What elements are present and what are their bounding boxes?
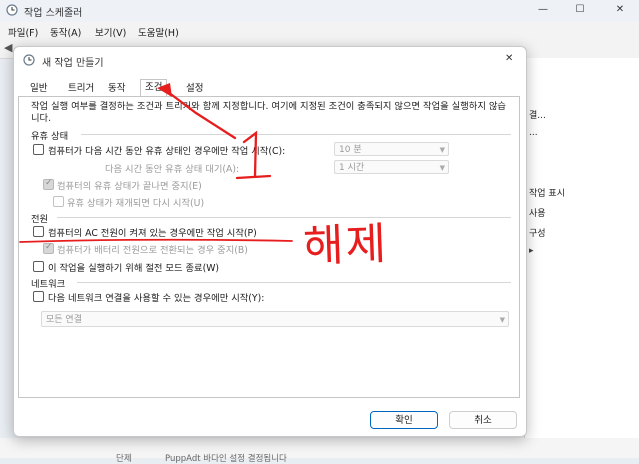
tab-settings[interactable]: 설정 bbox=[182, 81, 207, 96]
restart-if-idle-checkbox[interactable] bbox=[53, 196, 64, 207]
idle-section-label: 유휴 상태 bbox=[31, 131, 69, 142]
ac-power-only-checkbox[interactable] bbox=[33, 226, 44, 237]
bottom-strip-text: PuppAdt 바다인 설정 결정됩니다 bbox=[165, 454, 287, 464]
step-number: 1 bbox=[0, 0, 1, 1]
menu-file[interactable]: 파일(F) bbox=[8, 25, 38, 39]
dialog-title: 새 작업 만들기 bbox=[42, 58, 104, 69]
network-condition-label: 다음 네트워크 연결을 사용할 수 있는 경우에만 시작(Y): bbox=[48, 293, 265, 304]
network-condition-checkbox[interactable] bbox=[33, 291, 44, 302]
wake-to-run-checkbox[interactable] bbox=[33, 261, 44, 272]
actions-pane-item[interactable]: ... bbox=[529, 128, 538, 138]
restart-if-idle-label: 유휴 상태가 재개되면 다시 시작(U) bbox=[67, 198, 205, 209]
tab-triggers[interactable]: 트리거 bbox=[64, 81, 98, 96]
actions-pane-item[interactable]: 작업 표시 bbox=[529, 186, 565, 199]
main-window-title: 작업 스케줄러 bbox=[24, 8, 83, 19]
actions-pane-item[interactable]: 사용 bbox=[529, 206, 546, 219]
dialog-close-icon[interactable]: ✕ bbox=[505, 53, 513, 64]
network-connection-combo[interactable]: 모든 연결 ▼ bbox=[41, 311, 509, 327]
task-scheduler-icon bbox=[23, 54, 35, 66]
ac-power-only-label: 컴퓨터의 AC 전원이 켜져 있는 경우에만 작업 시작(P) bbox=[48, 228, 257, 239]
idle-wait-value: 1 시간 bbox=[339, 163, 365, 173]
network-connection-value: 모든 연결 bbox=[46, 315, 82, 325]
maximize-button[interactable]: ☐ bbox=[570, 2, 590, 18]
menu-bar: 파일(F) 동작(A) 보기(V) 도움말(H) bbox=[0, 22, 639, 40]
menu-view[interactable]: 보기(V) bbox=[95, 25, 126, 39]
minimize-button[interactable]: — bbox=[533, 2, 553, 18]
wake-to-run-label: 이 작업을 실행하기 위해 절전 모드 종료(W) bbox=[48, 263, 220, 274]
idle-wait-combo[interactable]: 1 시간 ▼ bbox=[334, 160, 449, 174]
section-divider bbox=[81, 134, 511, 135]
section-divider bbox=[77, 282, 511, 283]
idle-duration-combo[interactable]: 10 분 ▼ bbox=[334, 142, 449, 156]
actions-pane-item[interactable]: 구성 bbox=[529, 226, 546, 239]
stop-on-battery-label: 컴퓨터가 배터리 전원으로 전환되는 경우 중지(B) bbox=[57, 245, 248, 256]
idle-wait-label: 다음 시간 동안 유휴 상태 대기(A): bbox=[105, 164, 240, 175]
chevron-down-icon: ▼ bbox=[439, 146, 445, 154]
actions-pane-item[interactable]: 결... bbox=[529, 108, 546, 121]
dialog-title-bar: 새 작업 만들기 ✕ bbox=[14, 47, 526, 73]
tab-general[interactable]: 일반 bbox=[26, 81, 51, 96]
menu-action[interactable]: 동작(A) bbox=[50, 25, 81, 39]
conditions-panel: 작업 실행 여부를 결정하는 조건과 트리거와 함께 지정합니다. 여기에 지정… bbox=[18, 96, 520, 398]
section-divider bbox=[57, 217, 511, 218]
task-scheduler-icon bbox=[6, 4, 18, 16]
cancel-button[interactable]: 취소 bbox=[449, 411, 517, 429]
start-if-idle-label: 컴퓨터가 다음 시간 동안 유휴 상태인 경우에만 작업 시작(C): bbox=[48, 146, 286, 157]
main-title-bar: 작업 스케줄러 — ☐ ✕ bbox=[0, 0, 639, 22]
bottom-strip-text: 단제 bbox=[116, 454, 132, 464]
stop-if-not-idle-label: 컴퓨터의 유휴 상태가 끝나면 중지(E) bbox=[57, 181, 202, 192]
ok-button[interactable]: 확인 bbox=[370, 411, 438, 429]
idle-duration-value: 10 분 bbox=[339, 145, 362, 155]
power-section-label: 전원 bbox=[31, 214, 49, 225]
chevron-down-icon: ▼ bbox=[499, 316, 505, 324]
tab-actions[interactable]: 동작 bbox=[104, 81, 129, 96]
conditions-description: 작업 실행 여부를 결정하는 조건과 트리거와 함께 지정합니다. 여기에 지정… bbox=[31, 101, 506, 124]
close-button[interactable]: ✕ bbox=[610, 2, 630, 18]
create-task-dialog: 새 작업 만들기 ✕ 일반 트리거 동작 조건 설정 작업 실행 여부를 결정하… bbox=[13, 46, 527, 437]
menu-help[interactable]: 도움말(H) bbox=[138, 25, 179, 39]
start-if-idle-checkbox[interactable] bbox=[33, 144, 44, 155]
actions-pane: 결... ... 작업 표시 사용 구성 ▸ bbox=[524, 58, 639, 453]
bottom-strip: 단제 PuppAdt 바다인 설정 결정됩니다 bbox=[0, 438, 639, 464]
tab-strip: 일반 트리거 동작 조건 설정 bbox=[16, 79, 522, 98]
stop-if-not-idle-checkbox[interactable] bbox=[43, 178, 54, 190]
chevron-down-icon: ▼ bbox=[439, 164, 445, 172]
network-section-label: 네트워크 bbox=[31, 279, 66, 290]
stop-on-battery-checkbox[interactable] bbox=[43, 242, 54, 254]
chevron-right-icon: ▸ bbox=[529, 246, 534, 256]
back-arrow-icon[interactable]: ◀ bbox=[4, 41, 12, 54]
instruction-handwriting: 해제 bbox=[302, 218, 389, 273]
